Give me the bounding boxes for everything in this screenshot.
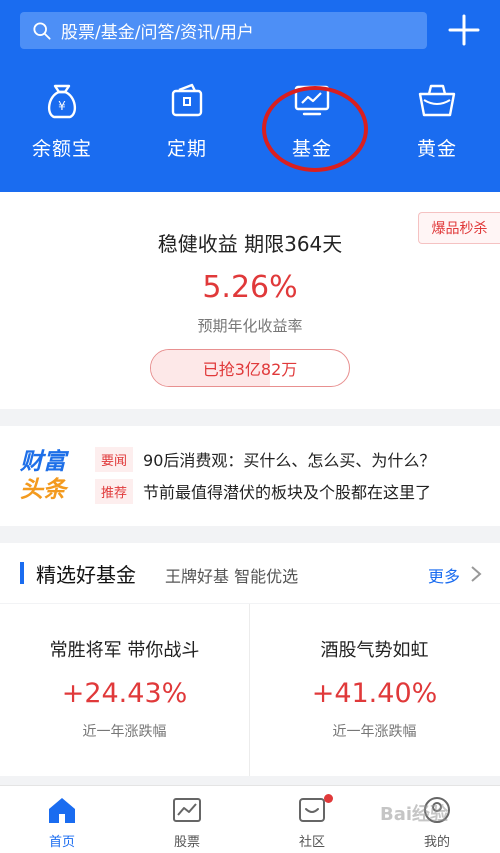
news-logo: 财富 头条 bbox=[20, 448, 78, 508]
news-section: 财富 头条 要闻 90后消费观：买什么、怎么买、为什么？ 推荐 节前最值得潜伏的… bbox=[0, 426, 500, 526]
svg-text:¥: ¥ bbox=[58, 99, 66, 113]
product-card[interactable]: 爆品秒杀 稳健收益 期限364天 5.26% 预期年化收益率 已抢3亿82万 bbox=[0, 192, 500, 409]
news-headline: 节前最值得潜伏的板块及个股都在这里了 bbox=[143, 483, 432, 502]
stock-chart-icon bbox=[173, 798, 201, 822]
chevron-right-icon[interactable] bbox=[470, 565, 482, 583]
sold-progress-label: 已抢3亿82万 bbox=[202, 360, 298, 379]
fund-card[interactable]: 酒股气势如虹 +41.40% 近一年涨跌幅 bbox=[250, 604, 499, 776]
quick-nav-label: 余额宝 bbox=[31, 138, 92, 160]
highlight-circle bbox=[262, 86, 368, 172]
news-tag: 要闻 bbox=[95, 446, 134, 472]
section-subtitle: 王牌好基 智能优选 bbox=[165, 567, 299, 586]
fund-card-return: +41.40% bbox=[311, 678, 438, 709]
news-item[interactable]: 要闻 90后消费观：买什么、怎么买、为什么？ bbox=[95, 446, 435, 472]
fund-card-return-label: 近一年涨跌幅 bbox=[82, 724, 167, 740]
tab-home[interactable]: 首页 bbox=[12, 794, 112, 850]
news-logo-line2: 头条 bbox=[20, 477, 66, 503]
quick-nav: ¥ 余额宝 定期 基金 黄金 bbox=[0, 78, 500, 178]
tab-label: 社区 bbox=[298, 835, 325, 850]
search-bar[interactable]: 股票/基金/问答/资讯/用户 bbox=[20, 12, 427, 49]
quick-nav-yuebao[interactable]: ¥ 余额宝 bbox=[7, 78, 117, 161]
quick-nav-label: 定期 bbox=[166, 138, 207, 160]
news-item[interactable]: 推荐 节前最值得潜伏的板块及个股都在这里了 bbox=[95, 478, 431, 504]
product-rate: 5.26% bbox=[202, 270, 298, 305]
watermark-logo: Bai经验 bbox=[380, 804, 449, 825]
tab-community[interactable]: 社区 bbox=[262, 794, 362, 850]
search-placeholder: 股票/基金/问答/资讯/用户 bbox=[61, 23, 254, 43]
fund-card-return: +24.43% bbox=[61, 678, 188, 709]
search-icon bbox=[33, 21, 51, 40]
quick-nav-gold[interactable]: 黄金 bbox=[382, 78, 492, 161]
section-title: 精选好基金 bbox=[36, 563, 136, 587]
fund-card-return-label: 近一年涨跌幅 bbox=[332, 724, 417, 740]
tab-stocks[interactable]: 股票 bbox=[137, 794, 237, 850]
tab-label: 我的 bbox=[423, 835, 450, 850]
news-logo-line1: 财富 bbox=[20, 449, 66, 475]
gold-basket-icon bbox=[418, 84, 456, 117]
wallet-icon bbox=[171, 83, 203, 117]
fund-card[interactable]: 常胜将军 带你战斗 +24.43% 近一年涨跌幅 bbox=[0, 604, 249, 776]
plus-icon[interactable] bbox=[446, 12, 482, 48]
fund-card-title: 常胜将军 带你战斗 bbox=[49, 640, 200, 661]
product-title: 稳健收益 期限364天 bbox=[157, 232, 343, 256]
quick-nav-label: 黄金 bbox=[416, 138, 457, 160]
section-accent-bar bbox=[20, 562, 24, 584]
fund-cards: 常胜将军 带你战斗 +24.43% 近一年涨跌幅 酒股气势如虹 +41.40% … bbox=[0, 604, 500, 776]
news-headline: 90后消费观：买什么、怎么买、为什么？ bbox=[143, 451, 436, 470]
news-tag: 推荐 bbox=[95, 478, 134, 504]
header: 股票/基金/问答/资讯/用户 ¥ 余额宝 定期 基金 黄金 bbox=[0, 0, 500, 192]
fund-card-title: 酒股气势如虹 bbox=[320, 640, 429, 661]
product-rate-label: 预期年化收益率 bbox=[197, 317, 303, 335]
tab-label: 股票 bbox=[173, 835, 200, 850]
notification-dot bbox=[324, 794, 333, 803]
sold-progress-button[interactable]: 已抢3亿82万 bbox=[150, 349, 350, 387]
money-bag-icon: ¥ bbox=[47, 84, 77, 119]
home-icon bbox=[49, 798, 75, 823]
quick-nav-fixed-term[interactable]: 定期 bbox=[132, 78, 242, 161]
tab-label: 首页 bbox=[48, 835, 75, 850]
app-screen: 股票/基金/问答/资讯/用户 ¥ 余额宝 定期 基金 黄金 爆品秒杀 稳健收益 … bbox=[0, 0, 500, 853]
featured-funds-header: 精选好基金 王牌好基 智能优选 更多 bbox=[0, 543, 500, 603]
more-link[interactable]: 更多 bbox=[428, 563, 460, 587]
